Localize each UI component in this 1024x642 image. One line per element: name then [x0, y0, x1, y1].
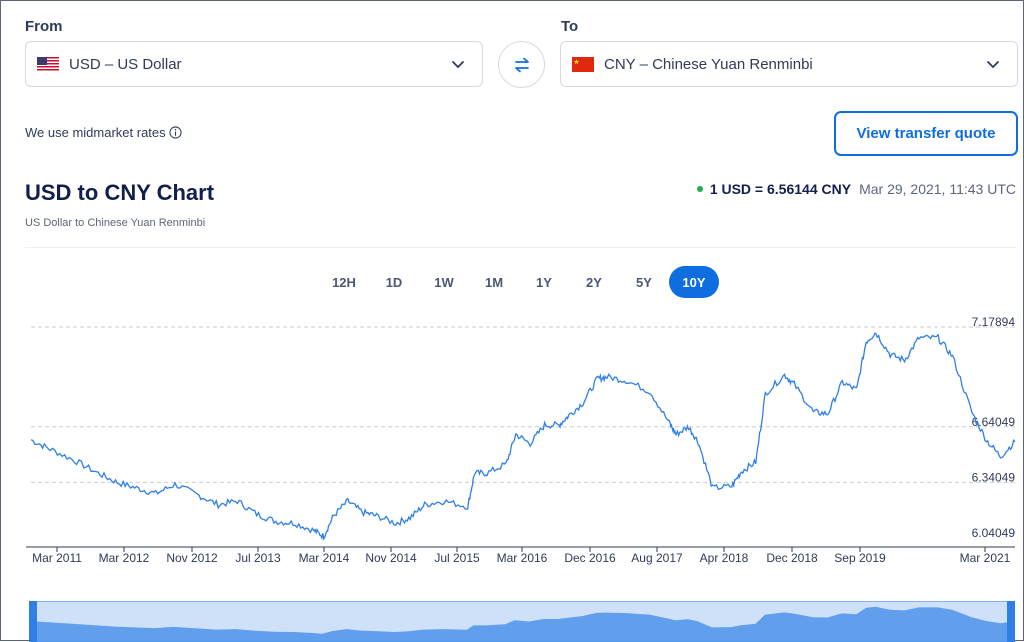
us-flag-icon: [37, 56, 59, 72]
rate-value: 1 USD = 6.56144 CNY: [709, 181, 852, 197]
x-tick-label: Mar 2016: [497, 551, 548, 565]
view-transfer-quote-button[interactable]: View transfer quote: [834, 111, 1018, 156]
midmarket-text: We use midmarket rates: [25, 125, 166, 140]
range-tab-1w[interactable]: 1W: [419, 266, 469, 298]
from-currency-select[interactable]: USD – US Dollar: [25, 41, 483, 87]
x-tick-label: Dec 2018: [766, 551, 818, 565]
range-tab-1d[interactable]: 1D: [369, 266, 419, 298]
rate-timestamp: Mar 29, 2021, 11:43 UTC: [859, 181, 1016, 197]
range-tab-5y[interactable]: 5Y: [619, 266, 669, 298]
range-tab-1m[interactable]: 1M: [469, 266, 519, 298]
x-tick-label: Mar 2012: [99, 551, 150, 565]
x-tick-label: Mar 2011: [32, 551, 82, 565]
chart-title: USD to CNY Chart: [25, 180, 215, 205]
from-label: From: [25, 18, 63, 35]
navigator-right-handle[interactable]: [1007, 601, 1015, 642]
y-tick-label: 6.04049: [972, 526, 1016, 540]
swap-currencies-button[interactable]: [498, 41, 545, 88]
china-flag-icon: [572, 56, 594, 72]
range-tab-10y[interactable]: 10Y: [669, 266, 719, 298]
chevron-down-icon: [452, 61, 464, 69]
x-tick-label: Sep 2019: [834, 551, 886, 565]
midmarket-note: We use midmarket rates: [25, 125, 182, 140]
y-tick-label: 6.34049: [972, 470, 1016, 484]
current-rate: 1 USD = 6.56144 CNY Mar 29, 2021, 11:43 …: [696, 181, 1016, 197]
live-status-dot: [696, 186, 703, 192]
x-tick-label: Jul 2015: [434, 551, 480, 565]
chart-subtitle: US Dollar to Chinese Yuan Renminbi: [25, 217, 206, 229]
x-tick-label: Dec 2016: [564, 551, 616, 565]
range-tabs: 12H 1D 1W 1M 1Y 2Y 5Y 10Y: [319, 266, 719, 298]
exchange-rate-chart: 7.178946.640496.340496.04049Mar 2011 Mar …: [26, 315, 1016, 565]
range-tab-2y[interactable]: 2Y: [569, 266, 619, 298]
x-tick-label: Apr 2018: [700, 551, 749, 565]
x-tick-label: Mar 2014: [299, 551, 350, 565]
navigator-left-handle[interactable]: [29, 601, 37, 642]
x-tick-label: Nov 2012: [166, 551, 218, 565]
y-tick-label: 7.17894: [972, 315, 1016, 329]
x-tick-label: Jul 2013: [235, 551, 281, 565]
chevron-down-icon: [987, 61, 999, 69]
x-tick-label: Mar 2021: [960, 551, 1011, 565]
x-tick-label: Aug 2017: [631, 551, 683, 565]
x-tick-label: Nov 2014: [365, 551, 417, 565]
from-currency-text: USD – US Dollar: [69, 55, 182, 73]
usd-cny-series-line: [30, 332, 1016, 541]
divider: [25, 247, 1017, 248]
swap-arrows-icon: [514, 57, 529, 72]
to-currency-select[interactable]: CNY – Chinese Yuan Renminbi: [560, 41, 1018, 87]
range-tab-12h[interactable]: 12H: [319, 266, 369, 298]
info-icon[interactable]: [169, 126, 182, 139]
to-label: To: [561, 18, 579, 35]
to-currency-text: CNY – Chinese Yuan Renminbi: [604, 55, 813, 73]
chart-range-navigator[interactable]: [29, 601, 1015, 642]
range-tab-1y[interactable]: 1Y: [519, 266, 569, 298]
